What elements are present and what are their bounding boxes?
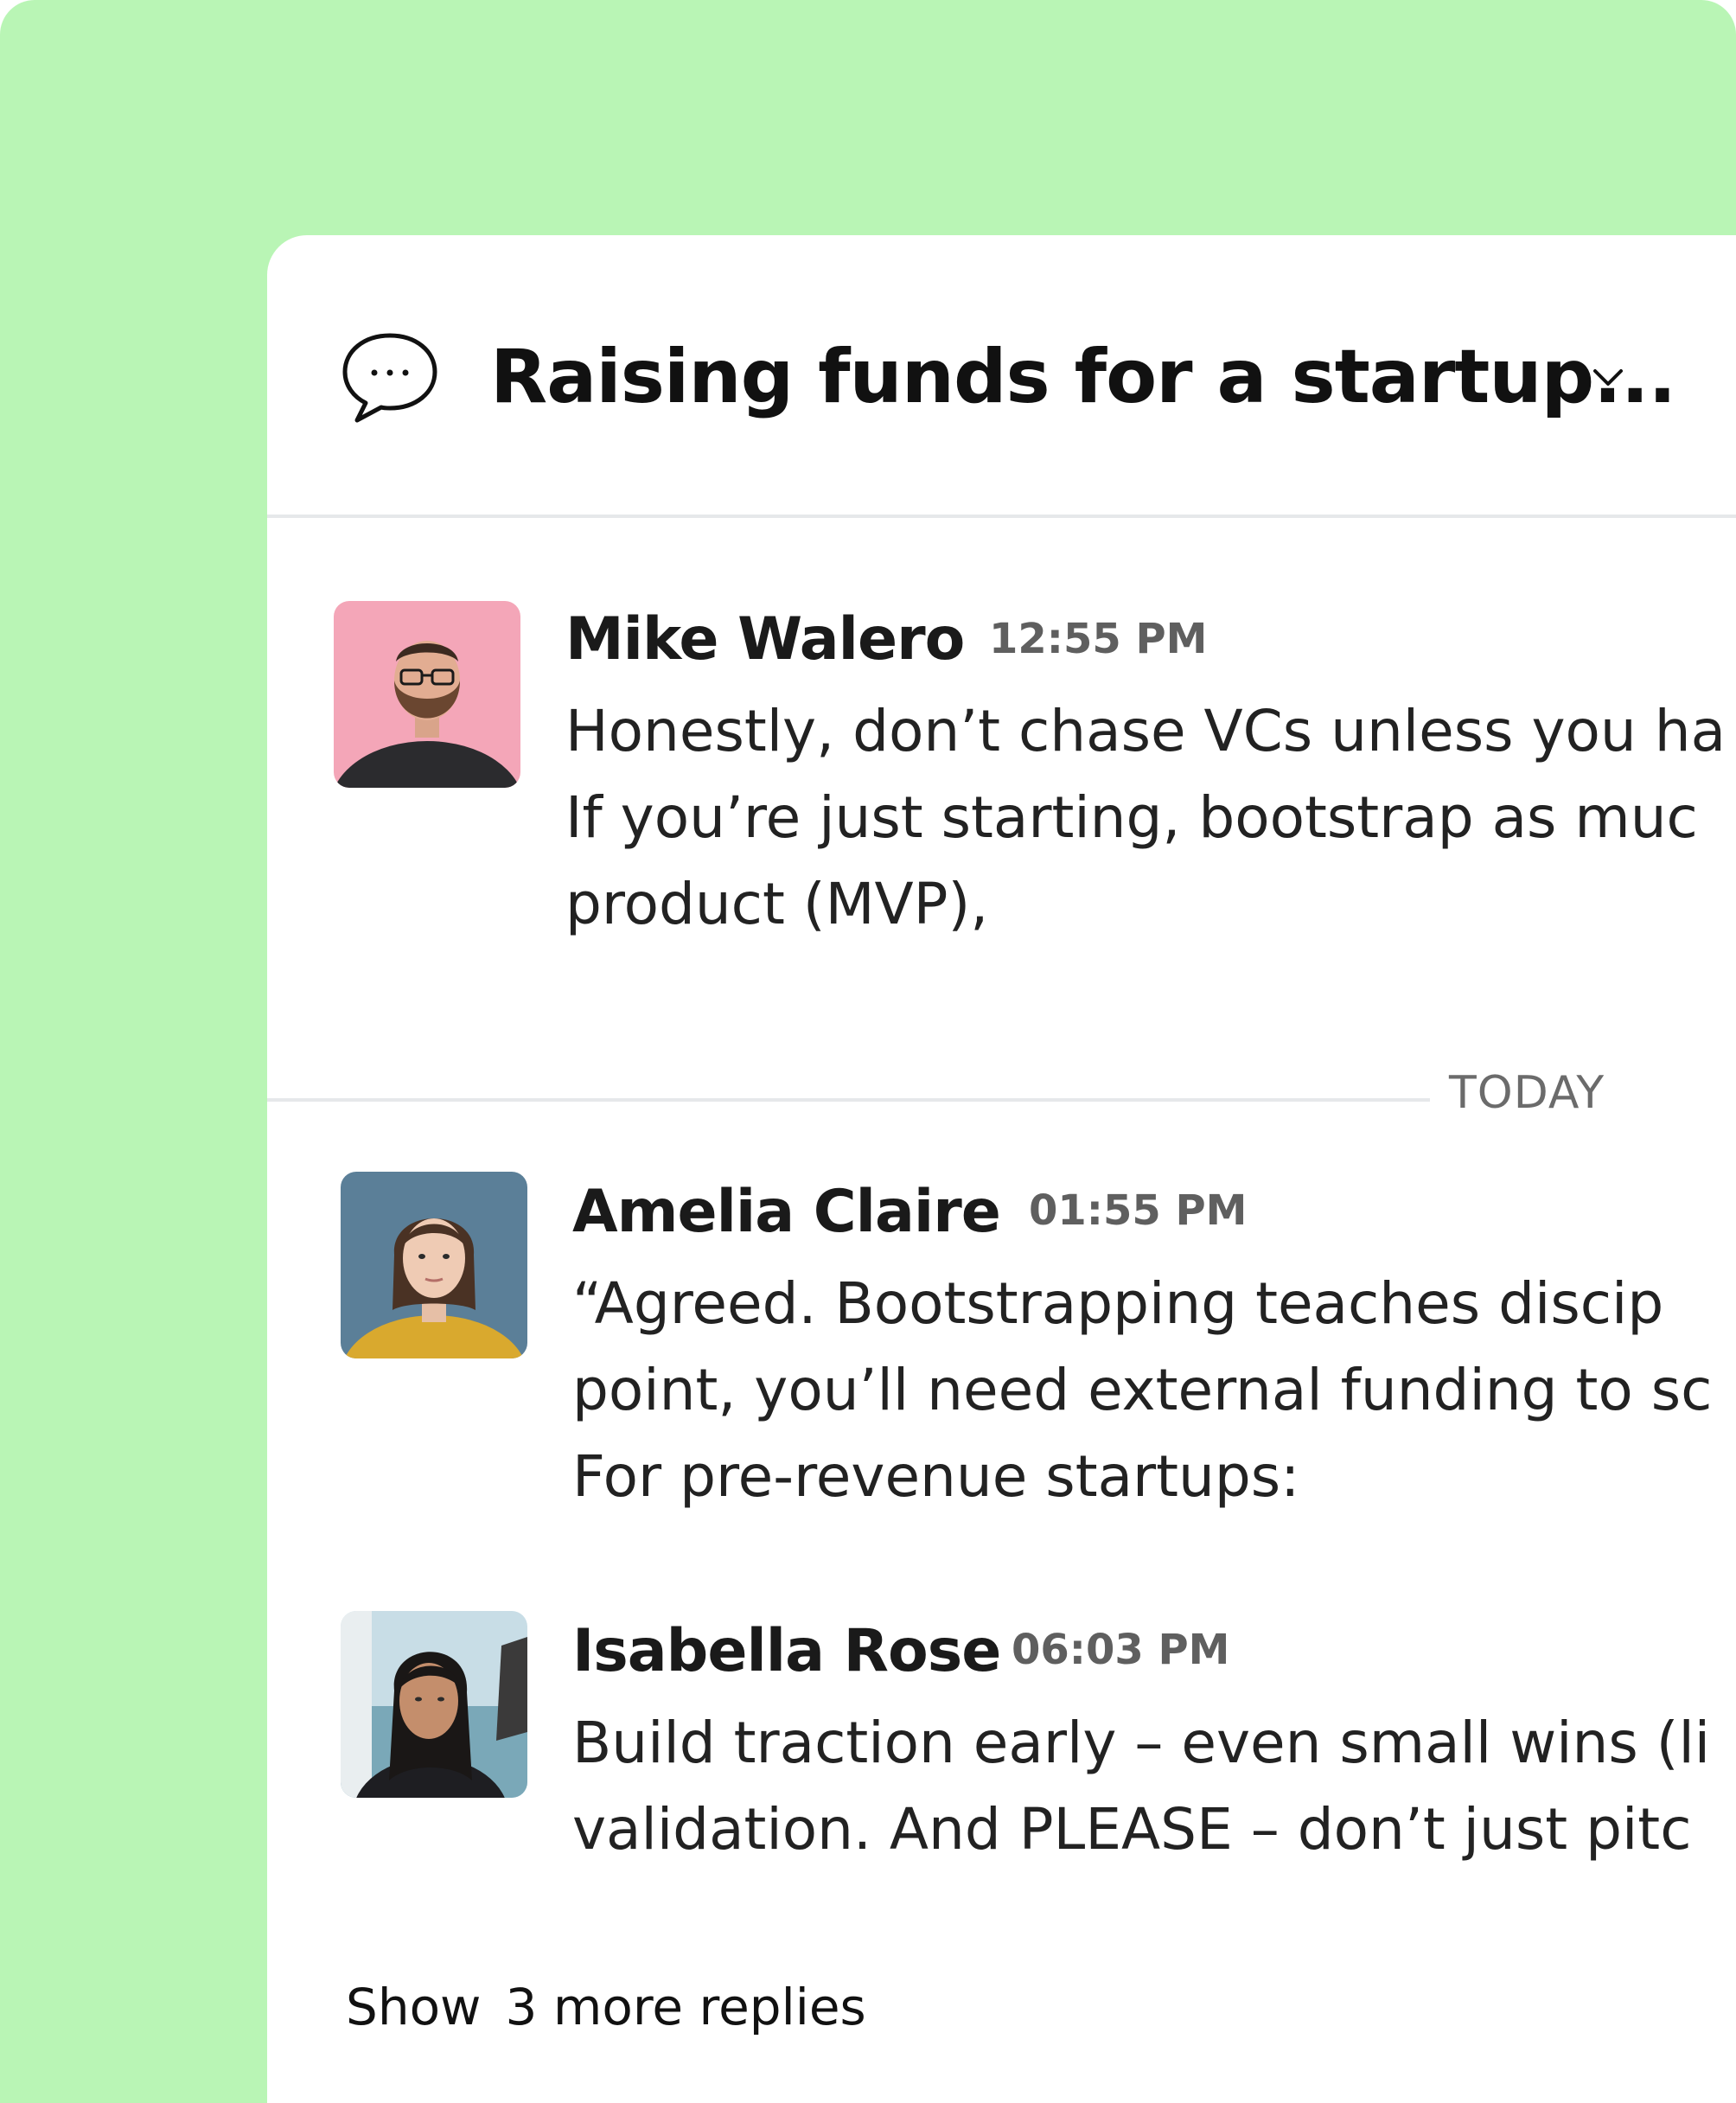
- message-timestamp: 01:55 PM: [1029, 1186, 1248, 1235]
- avatar[interactable]: [341, 1172, 527, 1358]
- more-replies-count-label: 3 more replies: [505, 1978, 866, 2036]
- message-body-line: point, you’ll need external funding to s…: [572, 1357, 1713, 1423]
- page-backdrop: Raising funds for a startup... Mike Wale…: [0, 0, 1736, 2103]
- message-body-line: validation. And PLEASE – don’t just pitc: [572, 1796, 1692, 1863]
- thread-card: Raising funds for a startup... Mike Wale…: [267, 235, 1736, 2103]
- thread-title: Raising funds for a startup...: [490, 334, 1676, 420]
- chat-bubble-icon: [342, 333, 437, 423]
- message-body-line: product (MVP),: [565, 871, 989, 937]
- date-divider-label: TODAY: [1449, 1067, 1605, 1119]
- message-timestamp: 12:55 PM: [989, 615, 1208, 663]
- message-body-line: “Agreed. Bootstrapping teaches discip: [572, 1270, 1664, 1337]
- message-body-line: Honestly, don’t chase VCs unless you ha: [565, 698, 1726, 764]
- avatar[interactable]: [341, 1611, 527, 1798]
- date-divider-line: [267, 1098, 1430, 1102]
- message-timestamp: 06:03 PM: [1012, 1626, 1230, 1674]
- avatar[interactable]: [334, 601, 520, 788]
- message-body-line: For pre-revenue startups:: [572, 1443, 1300, 1510]
- message-body-line: If you’re just starting, bootstrap as mu…: [565, 784, 1698, 851]
- message-author: Mike Walero: [565, 605, 965, 674]
- message-author: Isabella Rose: [572, 1617, 1001, 1685]
- thread-header: Raising funds for a startup...: [267, 235, 1736, 518]
- message-body-line: Build traction early – even small wins (…: [572, 1710, 1711, 1776]
- message-author: Amelia Claire: [572, 1178, 1001, 1246]
- chevron-down-icon[interactable]: [1588, 358, 1628, 398]
- show-more-replies-link[interactable]: Show 3 more replies: [346, 1977, 890, 2037]
- show-label: Show: [346, 1978, 482, 2036]
